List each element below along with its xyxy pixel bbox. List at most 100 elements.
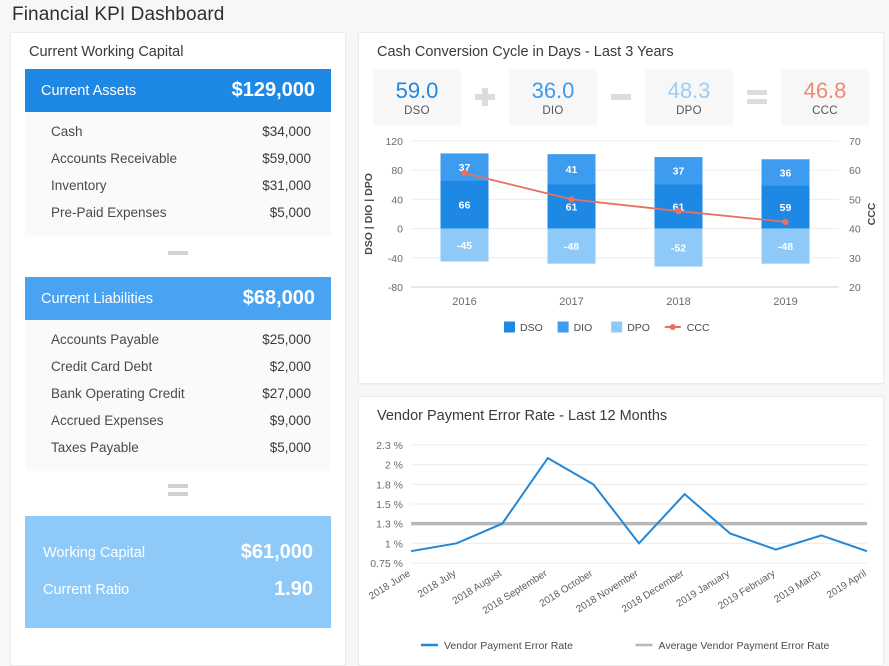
vendor-error-rate-line[interactable] — [410, 456, 868, 553]
total-row: Working Capital $61,000 — [41, 534, 315, 571]
vendor-error-rate-line-chart[interactable]: 2.3 % 2 % 1.8 % 1.5 % 1.3 % 1 % 0.75 %2018 Jun… — [359, 433, 883, 655]
bar-label-dio: 37 — [673, 166, 685, 178]
bar-label-dso: 59 — [780, 202, 792, 214]
minus-bar — [611, 94, 631, 101]
y2-axis-tick-label: 20 — [849, 282, 861, 294]
vendor-error-rate-panel: Vendor Payment Error Rate - Last 12 Mont… — [358, 396, 884, 666]
y2-axis-title: CCC — [866, 203, 878, 226]
y2-axis-tick-label: 50 — [849, 195, 861, 207]
ccc-data-point[interactable] — [461, 170, 468, 177]
row-label: Accrued Expenses — [51, 413, 164, 428]
ccc-operator-plus-sign — [461, 69, 509, 125]
total-value: $61,000 — [240, 541, 313, 563]
legend-label-ccc: CCC — [687, 322, 710, 334]
bar-label-dpo: -48 — [564, 241, 579, 253]
ccc-data-point[interactable] — [675, 208, 682, 215]
ccc-card-value: 36.0 — [531, 78, 575, 103]
liability-row: Bank Operating Credit $27,000 — [25, 380, 331, 407]
row-value: $31,000 — [262, 178, 311, 193]
equals-sign-icon — [747, 90, 767, 105]
y-axis-tick-label: 0.75 % — [370, 558, 403, 570]
liability-row: Taxes Payable $5,000 — [25, 434, 331, 461]
liability-row: Credit Card Debt $2,000 — [25, 353, 331, 380]
row-label: Pre-Paid Expenses — [51, 205, 167, 220]
liability-row: Accrued Expenses $9,000 — [25, 407, 331, 434]
total-value: 1.90 — [274, 578, 313, 600]
ccc-operator-minus-sign — [597, 69, 645, 125]
y-axis-tick-label: 120 — [385, 136, 403, 148]
legend-label-dpo: DPO — [627, 322, 650, 334]
asset-row: Inventory $31,000 — [25, 172, 331, 199]
equals-separator — [25, 471, 331, 516]
y-axis-tick-label: 2.3 % — [376, 440, 403, 452]
ccc-operator-equals-sign — [733, 69, 781, 125]
legend-label-dso: DSO — [520, 322, 543, 334]
ccc-card-name: DIO — [542, 105, 564, 118]
y-axis-tick-label: 1.3 % — [376, 519, 403, 531]
minus-sign-icon — [611, 94, 631, 101]
bar-label-dpo: -48 — [778, 241, 793, 253]
plus-sign-icon — [475, 88, 495, 107]
row-label: Credit Card Debt — [51, 359, 153, 374]
legend-swatch-dio — [557, 321, 569, 333]
bar-group[interactable]: 6637-45 — [440, 153, 489, 262]
ccc-card-value: 48.3 — [667, 78, 711, 103]
x-axis-tick-label: 2018 July — [416, 568, 458, 600]
current-assets-rows: Cash $34,000 Accounts Receivable $59,000 Inv… — [25, 112, 331, 236]
ccc-card-dpo[interactable]: 48.3 DPO — [645, 69, 733, 126]
dashboard-body: Current Working Capital Current Assets $… — [0, 32, 889, 666]
error-panel-title: Vendor Payment Error Rate - Last 12 Mont… — [377, 408, 668, 424]
y-axis-tick-label: -80 — [388, 282, 403, 294]
minus-separator — [25, 236, 331, 277]
y-axis-tick-label: 80 — [391, 165, 403, 177]
x-axis-tick-label: 2016 — [452, 296, 476, 308]
ccc-card-dso[interactable]: 59.0 DSO — [373, 69, 461, 126]
ccc-line — [464, 172, 786, 224]
bar-group[interactable]: 61 41 -48 — [547, 154, 596, 264]
current-liabilities-value: $68,000 — [242, 287, 315, 309]
x-axis-tick-label: 2018 — [666, 296, 690, 308]
legend-label-dio: DIO — [574, 322, 593, 334]
x-axis-tick-label: 2017 — [559, 296, 583, 308]
current-liabilities-bar[interactable]: Current Liabilities $68,000 — [25, 277, 331, 320]
bar-label-dso: 61 — [566, 202, 578, 214]
ccc-stacked-bar-chart[interactable]: -80 -40 0 40 80 120 20 30 40 50 60 70 DSO | DIO | DP… — [359, 127, 883, 339]
row-label: Inventory — [51, 178, 107, 193]
line-chart-legend: Vendor Payment Error Rate Average Vendor … — [421, 640, 829, 652]
current-assets-label: Current Assets — [41, 82, 137, 99]
row-value: $25,000 — [262, 332, 311, 347]
row-label: Cash — [51, 124, 83, 139]
ccc-panel-title: Cash Conversion Cycle in Days - Last 3 Y… — [377, 44, 674, 60]
cash-conversion-cycle-panel: Cash Conversion Cycle in Days - Last 3 Y… — [358, 32, 884, 384]
y2-axis-tick-label: 70 — [849, 136, 861, 148]
ccc-card-name: DPO — [676, 105, 702, 118]
ccc-card-ccc[interactable]: 46.8 CCC — [781, 69, 869, 126]
ccc-card-value: 46.8 — [803, 78, 847, 103]
bar-label-dpo: -45 — [457, 240, 472, 252]
ccc-card-dio[interactable]: 36.0 DIO — [509, 69, 597, 126]
bar-label-dso: 66 — [459, 200, 471, 212]
row-value: $27,000 — [262, 386, 311, 401]
current-assets-value: $129,000 — [231, 79, 315, 101]
y-axis-tick-label: 1.8 % — [376, 479, 403, 491]
total-label: Current Ratio — [43, 581, 130, 598]
asset-row: Pre-Paid Expenses $5,000 — [25, 199, 331, 226]
row-value: $5,000 — [269, 440, 311, 455]
total-row: Current Ratio 1.90 — [41, 571, 315, 608]
asset-row: Accounts Receivable $59,000 — [25, 145, 331, 172]
bar-group[interactable]: 59 36 -48 — [761, 159, 810, 264]
working-capital-title: Current Working Capital — [29, 44, 184, 60]
bar-label-dio: 41 — [566, 164, 578, 176]
page-title: Financial KPI Dashboard — [12, 4, 225, 25]
plus-horizontal — [475, 94, 495, 101]
equals-top — [747, 90, 767, 96]
ccc-data-point[interactable] — [782, 218, 789, 226]
current-liabilities-label: Current Liabilities — [41, 290, 154, 307]
y-axis-tick-label: 0 — [397, 224, 403, 236]
y-axis-tick-label: 2 % — [385, 460, 403, 472]
error-chart-area: 2.3 % 2 % 1.8 % 1.5 % 1.3 % 1 % 0.75 % 2018 Jun… — [359, 433, 883, 665]
ccc-data-point[interactable] — [568, 196, 575, 203]
charts-column: Cash Conversion Cycle in Days - Last 3 Y… — [358, 32, 884, 666]
x-axis-tick-label: 2019 March — [772, 568, 823, 605]
current-assets-bar[interactable]: Current Assets $129,000 — [25, 69, 331, 112]
